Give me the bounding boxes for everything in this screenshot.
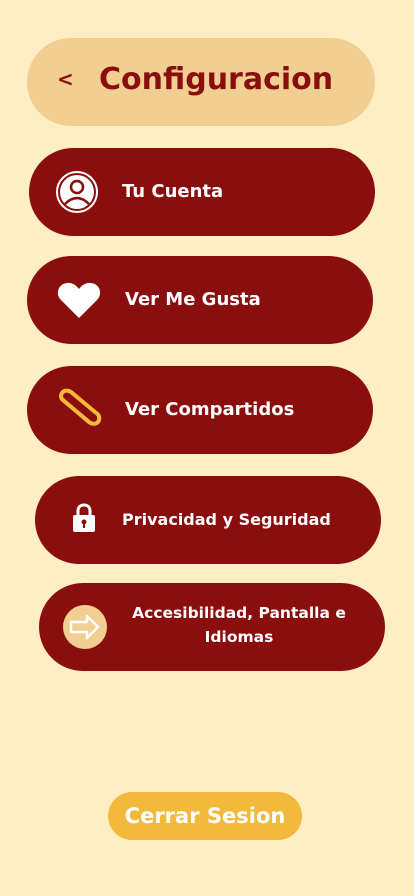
- header-bar: < Configuracion: [27, 38, 375, 126]
- menu-item-likes[interactable]: Ver Me Gusta: [27, 256, 373, 344]
- page-title: Configuracion: [99, 62, 334, 97]
- menu-item-privacy[interactable]: Privacidad y Seguridad: [35, 476, 381, 564]
- menu-item-account[interactable]: Tu Cuenta: [29, 148, 375, 236]
- user-icon: [55, 170, 99, 214]
- menu-item-label: Ver Me Gusta: [125, 289, 261, 310]
- menu-item-label: Tu Cuenta: [122, 181, 224, 202]
- paperclip-icon: [53, 386, 105, 434]
- logout-button[interactable]: Cerrar Sesion: [108, 792, 302, 840]
- menu-item-label: Privacidad y Seguridad: [122, 510, 331, 529]
- menu-item-accessibility[interactable]: Accesibilidad, Pantalla e Idiomas: [39, 583, 385, 671]
- menu-item-shared[interactable]: Ver Compartidos: [27, 366, 373, 454]
- back-button[interactable]: <: [57, 64, 79, 94]
- heart-icon: [55, 278, 103, 322]
- arrow-right-circle-icon: [62, 604, 108, 650]
- menu-item-label: Ver Compartidos: [125, 399, 295, 420]
- lock-icon: [71, 502, 97, 534]
- menu-item-label: Accesibilidad, Pantalla e Idiomas: [132, 604, 346, 646]
